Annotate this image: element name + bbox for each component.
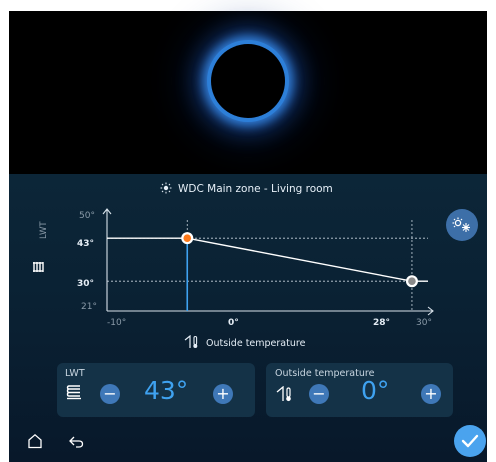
y-tick-21: 21° bbox=[81, 302, 97, 312]
home-icon[interactable] bbox=[27, 433, 43, 453]
back-icon[interactable] bbox=[68, 434, 84, 453]
chart-axes bbox=[102, 208, 434, 316]
y-axis-label: LWT bbox=[39, 221, 49, 239]
x-axis-title: Outside temperature bbox=[184, 334, 305, 353]
heating-curve-line bbox=[107, 237, 428, 282]
outside-temp-card-icon bbox=[276, 385, 294, 406]
outside-temp-value: 0° bbox=[361, 376, 390, 405]
floor-heating-icon bbox=[66, 384, 82, 404]
x-axis-label: Outside temperature bbox=[206, 338, 306, 349]
chart-gridlines bbox=[107, 220, 428, 311]
y-tick-43: 43° bbox=[77, 239, 95, 249]
x-tick-30: 30° bbox=[416, 318, 432, 328]
checkmark-icon bbox=[461, 434, 479, 448]
outside-temp-icon bbox=[184, 334, 200, 353]
x-tick-0: 0° bbox=[228, 318, 239, 328]
outside-temp-increase-button[interactable]: + bbox=[421, 384, 441, 404]
outside-temp-card-title: Outside temperature bbox=[275, 368, 375, 379]
y-tick-50: 50° bbox=[79, 211, 95, 221]
curve-point-0 bbox=[183, 234, 192, 242]
lwt-value: 43° bbox=[144, 376, 189, 405]
confirm-button[interactable] bbox=[454, 425, 486, 457]
chart-curve bbox=[107, 237, 428, 282]
outside-temp-decrease-button[interactable]: − bbox=[309, 384, 329, 404]
radiator-icon bbox=[32, 258, 44, 277]
y-tick-30: 30° bbox=[77, 279, 95, 289]
x-tick-minus10: -10° bbox=[107, 318, 127, 328]
x-tick-28: 28° bbox=[373, 318, 391, 328]
lwt-decrease-button[interactable]: − bbox=[100, 384, 120, 404]
lwt-card-title: LWT bbox=[65, 368, 85, 379]
curve-point-1 bbox=[408, 277, 416, 286]
lwt-increase-button[interactable]: + bbox=[213, 384, 233, 404]
